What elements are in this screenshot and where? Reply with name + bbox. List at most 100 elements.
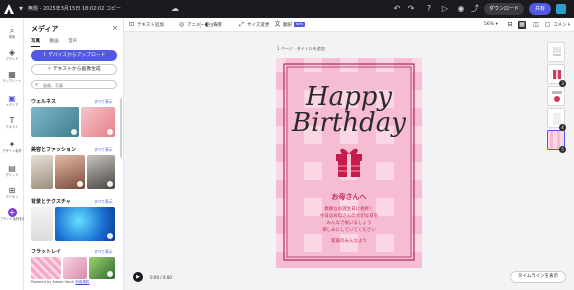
show-timeline-button[interactable]: タイムラインを表示: [510, 271, 566, 283]
media-subtabs: 写真 動画 音声: [31, 38, 85, 47]
redo-icon[interactable]: ↷: [406, 4, 416, 14]
grid-view-icon[interactable]: ▦: [518, 21, 526, 29]
card-greeting[interactable]: お母さんへ: [276, 192, 422, 202]
page-title-label[interactable]: 1 ページ - タイトルを追加: [277, 46, 325, 52]
layers-icon[interactable]: ◫: [532, 21, 540, 29]
play-icon[interactable]: ▶: [133, 272, 143, 282]
comment-icon: ▢: [544, 21, 551, 28]
rail-item-media[interactable]: ▣ メディア: [0, 94, 24, 114]
card-message-line[interactable]: みんなで祝いましょう: [276, 220, 422, 226]
close-icon[interactable]: ×: [112, 24, 118, 32]
search-input[interactable]: [43, 82, 113, 88]
rail-item-label: アドオン: [5, 195, 19, 199]
tool-label: 背景: [213, 23, 222, 28]
tool-label: 翻訳: [283, 23, 292, 28]
section-title-backgrounds: 背景とテクスチャ: [31, 199, 71, 205]
zoom-level[interactable]: 56% ▾: [484, 21, 498, 29]
stock-photo-thumbnail[interactable]: [87, 155, 115, 189]
see-all-flatlay-link[interactable]: すべて表示: [94, 249, 113, 255]
section-title-flatlay: フラットレイ: [31, 249, 62, 255]
tab-audio[interactable]: 音声: [68, 38, 77, 46]
rail-item-text[interactable]: T テキスト: [0, 116, 24, 136]
media-icon: ▣: [8, 94, 16, 103]
download-button[interactable]: ダウンロード: [484, 3, 524, 15]
rail-item-search[interactable]: ⌕ 検索: [0, 26, 24, 46]
rail-item-label: 検索: [8, 35, 16, 39]
resize-button[interactable]: ⤢ サイズ変更: [238, 21, 269, 29]
rail-item-label: デザイン素材: [2, 149, 22, 153]
stock-photo-thumbnail[interactable]: [55, 155, 85, 189]
card-message-line[interactable]: 素敵なお誕生日に乾杯！: [276, 206, 422, 212]
card-message-line[interactable]: 今日はお母さんの大切な日を: [276, 213, 422, 219]
tool-label: コメント: [553, 23, 571, 28]
grid-icon: ▤: [8, 164, 16, 173]
rail-item-elements[interactable]: ✦ デザイン素材: [0, 140, 24, 160]
stock-photo-thumbnail[interactable]: [63, 257, 87, 279]
panel-footer: Powered by Adobe Stock 利用規約: [31, 280, 89, 285]
rail-item-addons[interactable]: ⊞ アドオン: [0, 186, 24, 206]
canvas-toolbar: ⊡ テキスト追加 ◎ アニメーション ◐ 背景 ⤢ サイズ変更 文翻訳 NEW 56% ▾…: [124, 18, 574, 32]
new-badge: NEW: [294, 22, 306, 27]
background-button[interactable]: ◐ 背景: [204, 21, 222, 29]
adobe-express-logo-icon[interactable]: [4, 4, 14, 14]
brand-kit-icon[interactable]: ◉: [456, 4, 466, 14]
card-title-birthday[interactable]: Birthday: [276, 110, 422, 136]
avatar[interactable]: [556, 4, 566, 14]
page-add-badge[interactable]: 4: [559, 124, 566, 131]
card-message-line[interactable]: 楽しみにしていてください: [276, 227, 422, 233]
rail-item-add-brand[interactable]: + ブランド素材を追加: [0, 208, 24, 232]
card-signature[interactable]: 家族のみんなより: [276, 238, 422, 244]
text-add-icon: ⊡: [128, 21, 135, 28]
see-all-backgrounds-link[interactable]: すべて表示: [94, 199, 113, 205]
rail-item-templates[interactable]: ▦ テンプレート: [0, 70, 24, 90]
page-add-badge[interactable]: 5: [559, 146, 566, 153]
document-title[interactable]: 無題 - 2025年3月15日 18:02:02 コピー: [28, 5, 121, 12]
stock-photo-thumbnail[interactable]: [55, 207, 115, 241]
premium-badge-icon: [77, 181, 83, 187]
see-all-beauty-link[interactable]: すべて表示: [94, 147, 113, 153]
page-thumbnail[interactable]: [547, 86, 565, 106]
search-field[interactable]: ⌕: [31, 80, 117, 89]
translate-button[interactable]: 文翻訳 NEW: [274, 21, 306, 29]
help-icon[interactable]: ?: [424, 4, 434, 14]
share-button[interactable]: 共有: [529, 3, 551, 15]
share-link-icon[interactable]: ⤴: [470, 4, 480, 14]
stock-photo-thumbnail[interactable]: [31, 155, 53, 189]
stock-photo-thumbnail[interactable]: [31, 207, 53, 241]
footer-text: Powered by Adobe Stock: [31, 280, 75, 284]
page-add-badge[interactable]: 3: [559, 80, 566, 87]
chevron-down-icon[interactable]: ▾: [16, 4, 26, 14]
stock-photo-thumbnail[interactable]: [81, 107, 115, 137]
section-title-wellness: ウェルネス: [31, 99, 57, 105]
rail-item-brand[interactable]: ◈ ブランド: [0, 48, 24, 68]
text-add-button[interactable]: ⊡ テキスト追加: [128, 21, 164, 29]
stock-photo-thumbnail[interactable]: [31, 257, 61, 279]
comment-button[interactable]: ▢ コメント: [544, 21, 571, 29]
generate-label: テキストから画像生成: [52, 67, 101, 72]
page-preview-icon: [552, 91, 562, 102]
page-thumbnail[interactable]: [547, 42, 565, 62]
left-rail: ⌕ 検索 ◈ ブランド ▦ テンプレート ▣ メディア T テキスト ✦ デザイ…: [0, 18, 24, 290]
see-all-wellness-link[interactable]: すべて表示: [94, 99, 113, 105]
terms-link[interactable]: 利用規約: [75, 280, 89, 284]
elements-icon: ✦: [8, 140, 16, 149]
panel-scrollbar[interactable]: [120, 98, 122, 158]
undo-icon[interactable]: ↶: [392, 4, 402, 14]
generate-image-button[interactable]: ✧ テキストから画像生成: [31, 64, 117, 75]
text-icon: T: [9, 116, 15, 125]
upload-from-device-button[interactable]: ⇪ デバイスからアップロード: [31, 50, 117, 61]
gift-icon[interactable]: [334, 146, 364, 178]
stock-photo-thumbnail[interactable]: [89, 257, 115, 279]
stock-photo-thumbnail[interactable]: [31, 107, 79, 137]
tab-photos[interactable]: 写真: [31, 38, 40, 47]
fit-icon[interactable]: ⊟: [506, 21, 514, 29]
rail-item-label: ブランド素材を追加: [0, 217, 24, 221]
present-icon[interactable]: ▷: [440, 4, 450, 14]
tab-videos[interactable]: 動画: [50, 38, 59, 46]
search-icon: ⌕: [9, 26, 15, 35]
premium-badge-icon: [107, 181, 113, 187]
resize-icon: ⤢: [239, 21, 244, 28]
section-title-beauty-fashion: 美容とファッション: [31, 147, 77, 153]
card-title-happy[interactable]: Happy: [276, 84, 422, 110]
rail-item-grid[interactable]: ▤ グリッド: [0, 164, 24, 184]
